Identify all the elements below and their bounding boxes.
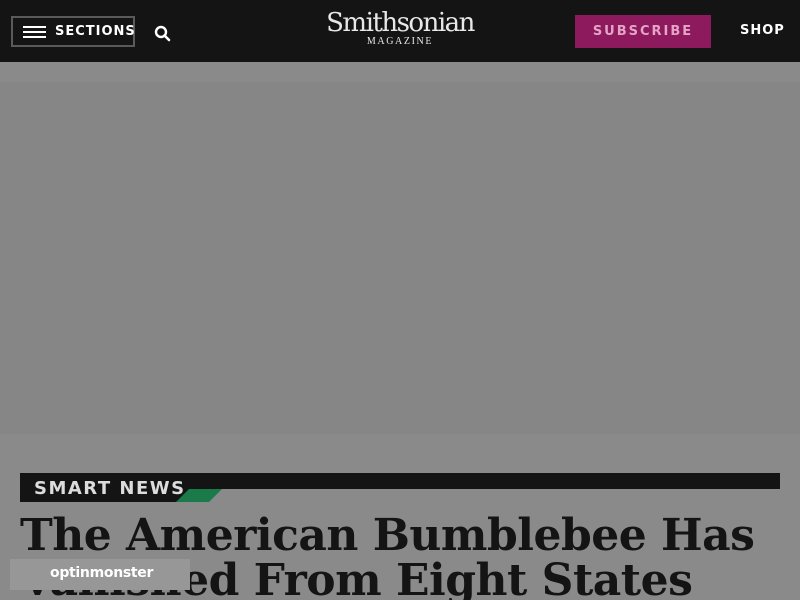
- sections-label: SECTIONS: [55, 24, 136, 39]
- search-icon: [154, 25, 171, 42]
- subscribe-button[interactable]: SUBSCRIBE: [575, 15, 711, 48]
- hamburger-menu-icon: [23, 26, 46, 39]
- section-label[interactable]: SMART NEWS: [34, 478, 186, 500]
- search-button[interactable]: [153, 24, 173, 42]
- optinmonster-label: optinmonster: [50, 565, 154, 581]
- site-logo[interactable]: Smithsonian MAGAZINE: [300, 8, 500, 52]
- sections-menu-button[interactable]: SECTIONS: [11, 16, 135, 47]
- site-header: SECTIONS Smithsonian MAGAZINE SUBSCRIBE …: [0, 0, 800, 62]
- ad-placeholder: [0, 82, 800, 434]
- optinmonster-badge[interactable]: optinmonster: [10, 559, 190, 590]
- logo-wordmark: Smithsonian: [326, 8, 475, 38]
- shop-link[interactable]: SHOP: [740, 23, 785, 38]
